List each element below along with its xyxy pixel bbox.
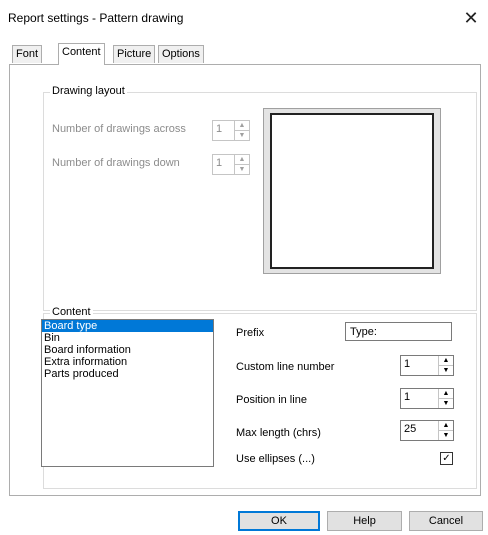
spin-down-icon[interactable]: ▼: [439, 431, 453, 440]
ok-button[interactable]: OK: [238, 511, 320, 531]
spin-up-icon[interactable]: ▲: [235, 121, 249, 131]
tab-options[interactable]: Options: [158, 45, 204, 63]
spin-down-icon[interactable]: ▼: [439, 366, 453, 375]
cancel-button[interactable]: Cancel: [409, 511, 483, 531]
drawings-down-label: Number of drawings down: [52, 157, 180, 169]
tab-picture[interactable]: Picture: [113, 45, 156, 63]
drawings-across-value: 1: [216, 123, 223, 135]
custom-line-stepper[interactable]: 1 ▲ ▼: [400, 355, 454, 376]
drawing-layout-title: Drawing layout: [50, 85, 127, 97]
close-icon[interactable]: ✕: [454, 0, 488, 36]
list-item[interactable]: Bin: [42, 332, 213, 344]
spin-up-icon[interactable]: ▲: [439, 421, 453, 431]
content-group-title: Content: [50, 306, 93, 318]
use-ellipses-checkbox[interactable]: ✓: [440, 452, 453, 465]
spin-up-icon[interactable]: ▲: [439, 389, 453, 399]
drawings-across-label: Number of drawings across: [52, 123, 186, 135]
custom-line-label: Custom line number: [236, 361, 335, 373]
tab-content[interactable]: Content: [58, 43, 105, 65]
max-length-value: 25: [404, 423, 417, 435]
use-ellipses-label: Use ellipses (...): [236, 453, 315, 465]
content-items-list[interactable]: Board type Bin Board information Extra i…: [41, 319, 214, 467]
drawings-down-stepper[interactable]: 1 ▲ ▼: [212, 154, 250, 175]
window-title: Report settings - Pattern drawing: [8, 11, 184, 25]
max-length-stepper[interactable]: 25 ▲ ▼: [400, 420, 454, 441]
spin-down-icon[interactable]: ▼: [235, 131, 249, 140]
drawings-down-value: 1: [216, 157, 223, 169]
drawing-preview-page: [270, 113, 434, 269]
prefix-label: Prefix: [236, 327, 265, 339]
spin-up-icon[interactable]: ▲: [439, 356, 453, 366]
list-item[interactable]: Extra information: [42, 356, 213, 368]
position-in-line-value: 1: [404, 391, 411, 403]
title-bar: Report settings - Pattern drawing ✕: [0, 0, 488, 36]
position-in-line-label: Position in line: [236, 394, 307, 406]
tab-bar: Font Content Picture Options: [0, 43, 488, 65]
help-button[interactable]: Help: [327, 511, 402, 531]
spin-down-icon[interactable]: ▼: [439, 399, 453, 408]
drawing-preview: [263, 108, 441, 274]
position-in-line-stepper[interactable]: 1 ▲ ▼: [400, 388, 454, 409]
max-length-label: Max length (chrs): [236, 427, 321, 439]
list-item[interactable]: Board information: [42, 344, 213, 356]
tab-font[interactable]: Font: [12, 45, 43, 63]
prefix-input[interactable]: Type:: [345, 322, 452, 341]
spin-up-icon[interactable]: ▲: [235, 155, 249, 165]
drawings-across-stepper[interactable]: 1 ▲ ▼: [212, 120, 250, 141]
custom-line-value: 1: [404, 358, 411, 370]
list-item[interactable]: Parts produced: [42, 368, 213, 380]
list-item[interactable]: Board type: [42, 320, 213, 332]
spin-down-icon[interactable]: ▼: [235, 165, 249, 174]
